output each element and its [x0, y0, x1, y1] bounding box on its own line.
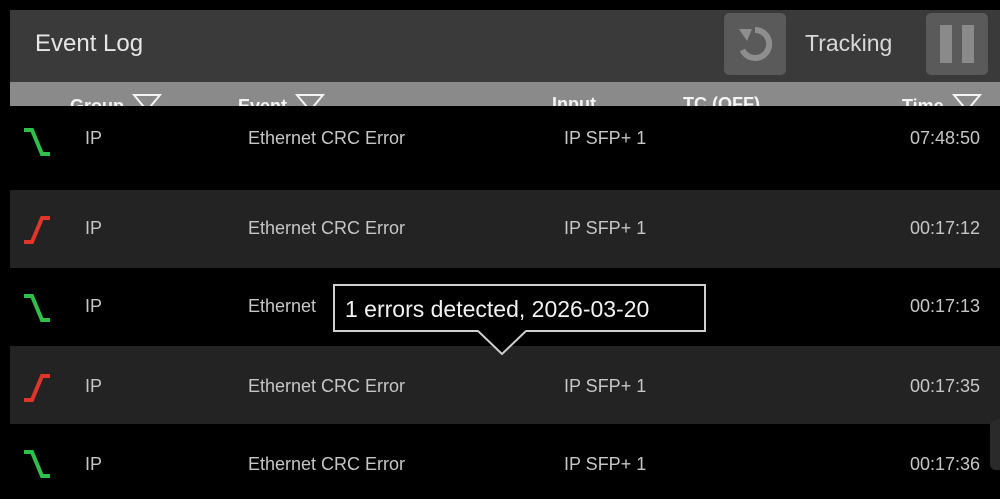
input-cell: IP SFP+ 1 — [564, 128, 647, 148]
rising-edge-icon — [24, 374, 50, 402]
tooltip-arrow — [478, 330, 526, 356]
event-log-window: Event Log Tracking Group Event Inp — [0, 0, 1000, 499]
time-cell: 07:48:50 — [910, 128, 981, 148]
table-row[interactable]: IP Ethernet CRC Error IP SFP+ 1 07:48:50 — [10, 106, 1000, 180]
time-cell: 00:17:13 — [910, 296, 981, 316]
title-bar: Event Log Tracking — [10, 10, 1000, 82]
falling-edge-icon — [24, 128, 50, 156]
group-cell: IP — [85, 376, 103, 396]
pause-button[interactable] — [926, 13, 988, 75]
undo-button[interactable] — [724, 13, 786, 75]
tracking-label: Tracking — [805, 30, 893, 56]
input-cell: IP SFP+ 1 — [564, 454, 647, 474]
undo-icon — [739, 26, 773, 61]
time-cell: 00:17:35 — [910, 376, 981, 396]
pause-icon-bar — [962, 25, 974, 63]
group-cell: IP — [85, 218, 103, 238]
rising-edge-icon — [24, 216, 50, 244]
scrollbar-handle[interactable] — [990, 420, 1000, 470]
group-cell: IP — [85, 128, 103, 148]
table-row[interactable]: IP Ethernet CRC Error IP SFP+ 1 00:17:36 — [10, 424, 1000, 499]
table-row[interactable]: IP Ethernet CRC Error IP SFP+ 1 00:17:12 — [10, 190, 1000, 268]
time-cell: 00:17:36 — [910, 454, 981, 474]
event-cell: Ethernet — [248, 296, 317, 316]
event-cell: Ethernet CRC Error — [248, 376, 406, 396]
falling-edge-icon — [24, 450, 50, 478]
input-cell: IP SFP+ 1 — [564, 376, 647, 396]
error-tooltip: 1 errors detected, 2026-03-20 — [333, 284, 706, 332]
group-cell: IP — [85, 454, 103, 474]
falling-edge-icon — [24, 294, 50, 322]
input-cell: IP SFP+ 1 — [564, 218, 647, 238]
event-cell: Ethernet CRC Error — [248, 128, 406, 148]
time-cell: 00:17:12 — [910, 218, 981, 238]
tooltip-text: 1 errors detected, 2026-03-20 — [345, 296, 650, 322]
group-cell: IP — [85, 296, 103, 316]
pause-icon — [940, 25, 952, 63]
page-title: Event Log — [35, 30, 144, 57]
event-cell: Ethernet CRC Error — [248, 218, 406, 238]
table-row[interactable]: IP Ethernet CRC Error IP SFP+ 1 00:17:35 — [10, 346, 1000, 424]
event-cell: Ethernet CRC Error — [248, 454, 406, 474]
